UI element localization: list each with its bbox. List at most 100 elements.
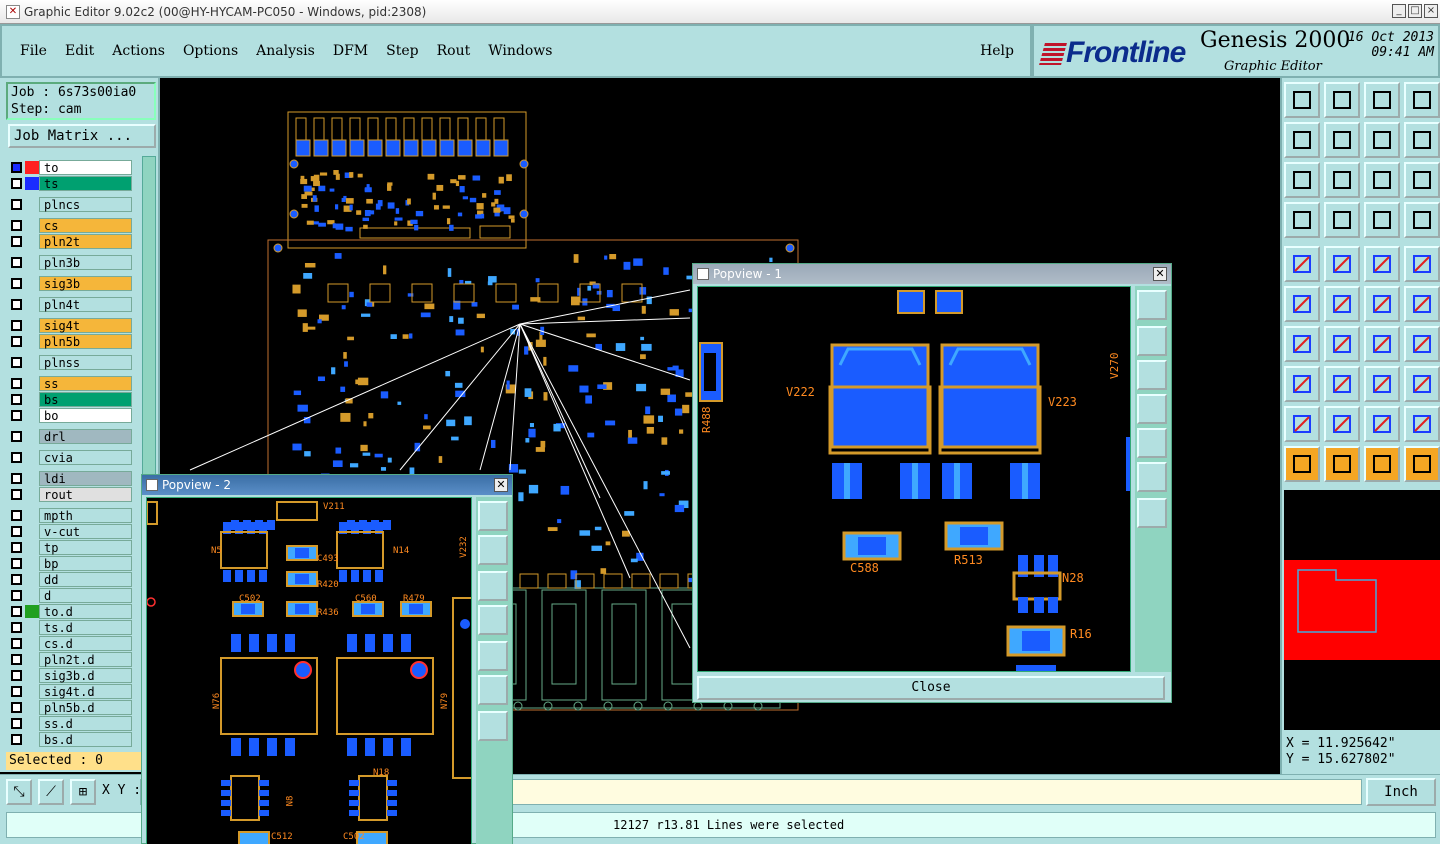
layer-color-swatch[interactable] [25,298,39,311]
net-highlight-button[interactable] [1364,202,1400,238]
layer-color-swatch[interactable] [25,161,39,174]
job-matrix-button[interactable]: Job Matrix ... [8,124,156,148]
home-view-button[interactable] [1364,82,1400,118]
load-layer-button[interactable] [1284,82,1320,118]
layer-color-swatch[interactable] [25,472,39,485]
pv2-zoom-out-button[interactable] [478,711,508,741]
menu-windows[interactable]: Windows [488,43,552,59]
grid-tool-button[interactable]: ⊞ [70,779,96,805]
layer-checkbox[interactable] [11,606,22,617]
move-node-button[interactable] [1404,286,1440,322]
layer-row[interactable]: dd [8,572,132,587]
layer-row[interactable]: pln2t.d [8,652,132,667]
menu-step[interactable]: Step [386,43,418,59]
pv2-pan-right-button[interactable] [478,641,508,671]
layer-color-swatch[interactable] [25,451,39,464]
pan-left-button[interactable] [1284,122,1320,158]
layer-row[interactable]: cs [8,218,132,233]
maximize-button[interactable]: □ [1408,4,1422,18]
select-net-button[interactable] [1404,446,1440,482]
layer-checkbox[interactable] [11,473,22,484]
pv2-pan-down-button[interactable] [478,571,508,601]
add-pad-button[interactable] [1284,246,1320,282]
layer-checkbox[interactable] [11,590,22,601]
layer-row[interactable]: ss [8,376,132,391]
layer-color-swatch[interactable] [25,409,39,422]
triangle-arrow-tool-button[interactable] [1364,406,1400,442]
layer-checkbox[interactable] [11,734,22,745]
layer-color-swatch[interactable] [25,717,39,730]
layer-checkbox[interactable] [11,452,22,463]
scale-measure-button[interactable] [1364,246,1400,282]
layer-checkbox[interactable] [11,542,22,553]
layer-color-swatch[interactable] [25,557,39,570]
menu-dfm[interactable]: DFM [333,43,368,59]
arc-tool-button[interactable] [1364,326,1400,362]
layer-color-swatch[interactable] [25,733,39,746]
layer-checkbox[interactable] [11,220,22,231]
zoom-window-button[interactable] [1404,82,1440,118]
layer-color-swatch[interactable] [25,393,39,406]
layer-color-swatch[interactable] [25,605,39,618]
layer-checkbox[interactable] [11,394,22,405]
layer-color-swatch[interactable] [25,685,39,698]
grid-toggle-button[interactable] [1324,202,1360,238]
layer-color-swatch[interactable] [25,377,39,390]
layer-row[interactable]: ss.d [8,716,132,731]
layer-row[interactable]: pln4t [8,297,132,312]
layer-compare-button[interactable] [1404,202,1440,238]
layer-checkbox[interactable] [11,654,22,665]
layer-color-swatch[interactable] [25,573,39,586]
pv1-zoom-out-button[interactable] [1137,498,1167,528]
select-arrow-box-button[interactable] [1364,446,1400,482]
pv1-zoom-in-button[interactable] [1137,462,1167,492]
layer-color-swatch[interactable] [25,509,39,522]
layer-row[interactable]: pln2t [8,234,132,249]
popview-1-close-icon[interactable]: ✕ [1153,267,1167,281]
layer-checkbox[interactable] [11,410,22,421]
layer-row[interactable]: ldi [8,471,132,486]
stretch-tool-button[interactable] [1364,366,1400,402]
layer-color-swatch[interactable] [25,235,39,248]
pv1-pan-right-button[interactable] [1137,428,1167,458]
popview-1-title-bar[interactable]: Popview - 1 ✕ [693,264,1171,284]
layer-row[interactable]: mpth [8,508,132,523]
layer-row[interactable]: sig4t [8,318,132,333]
pan-right-button[interactable] [1324,122,1360,158]
save-layer-button[interactable] [1324,82,1360,118]
layer-color-swatch[interactable] [25,430,39,443]
layer-checkbox[interactable] [11,702,22,713]
layer-checkbox[interactable] [11,162,22,173]
fit-all-button[interactable] [1284,162,1320,198]
menu-options[interactable]: Options [183,43,238,59]
layer-checkbox[interactable] [11,278,22,289]
layer-color-swatch[interactable] [25,256,39,269]
horizontal-line-button[interactable] [1324,366,1360,402]
pv2-zoom-home-button[interactable] [478,501,508,531]
pv1-pan-up-button[interactable] [1137,326,1167,356]
layer-checkbox[interactable] [11,489,22,500]
add-node-line-button[interactable] [1364,286,1400,322]
layer-checkbox[interactable] [11,199,22,210]
pv2-pan-up-button[interactable] [478,535,508,565]
layer-color-swatch[interactable] [25,177,39,190]
layer-checkbox[interactable] [11,236,22,247]
popview-1-close-button[interactable]: Close [697,676,1165,700]
layer-color-swatch[interactable] [25,541,39,554]
layer-color-swatch[interactable] [25,335,39,348]
layer-checkbox[interactable] [11,299,22,310]
layer-row[interactable]: v-cut [8,524,132,539]
menu-rout[interactable]: Rout [437,43,471,59]
menu-edit[interactable]: Edit [65,43,94,59]
layer-checkbox[interactable] [11,431,22,442]
layer-row[interactable]: to [8,160,132,175]
layer-checkbox[interactable] [11,378,22,389]
layer-row[interactable]: cs.d [8,636,132,651]
layer-row[interactable]: pln3b [8,255,132,270]
layer-checkbox[interactable] [11,510,22,521]
layer-color-swatch[interactable] [25,319,39,332]
help-button[interactable] [1404,162,1440,198]
layer-checkbox[interactable] [11,558,22,569]
layer-row[interactable]: d [8,588,132,603]
center-view-button[interactable] [1324,162,1360,198]
